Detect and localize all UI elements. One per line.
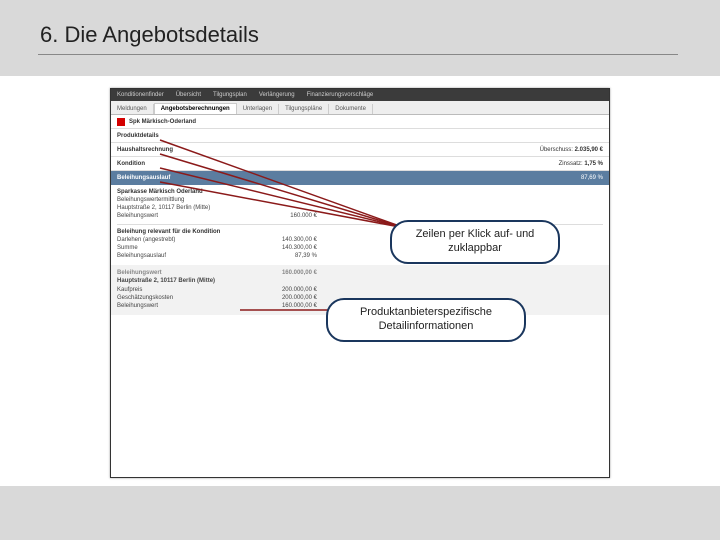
row-label: Haushaltsrechnung	[117, 147, 173, 153]
tab-tilgungsplaene[interactable]: Tilgungspläne	[279, 104, 329, 114]
row-haushaltsrechnung[interactable]: Haushaltsrechnung Überschuss: 2.035,90 €	[111, 143, 609, 157]
callout-text: Produktanbieterspezifische	[342, 306, 510, 320]
bwe-address: Hauptstraße 2, 10117 Berlin (Mitte)	[117, 205, 247, 213]
callout-text: Detailinformationen	[342, 320, 510, 334]
callout-text: Zeilen per Klick auf- und	[406, 228, 544, 242]
bwe-label: Beleihungswert	[117, 213, 247, 221]
provider-row: Spk Märkisch-Oderland	[111, 115, 609, 129]
cell: 140.300,00 €	[247, 237, 317, 245]
menu-item[interactable]: Übersicht	[176, 92, 201, 98]
sparkasse-logo-icon	[117, 118, 125, 126]
app-window: Konditionenfinder Übersicht Tilgungsplan…	[110, 88, 610, 478]
row-kondition[interactable]: Kondition Zinssatz: 1,75 %	[111, 157, 609, 171]
row-value: Überschuss: 2.035,90 €	[540, 147, 603, 153]
tab-dokumente[interactable]: Dokumente	[329, 104, 373, 114]
callout-rows-collapsible: Zeilen per Klick auf- und zuklappbar	[390, 220, 560, 264]
row-value: 87,69 %	[581, 175, 603, 181]
cell: 200.000,00 €	[247, 286, 317, 294]
tab-meldungen[interactable]: Meldungen	[111, 104, 154, 114]
slide-title: 6. Die Angebotsdetails	[40, 22, 259, 48]
cell: Darlehen (angestrebt)	[117, 237, 247, 245]
callout-provider-details: Produktanbieterspezifische Detailinforma…	[326, 298, 526, 342]
cell: Hauptstraße 2, 10117 Berlin (Mitte)	[117, 277, 247, 285]
bwe-bank: Sparkasse Märkisch Oderland	[117, 189, 603, 195]
cell: 87,39 %	[247, 253, 317, 261]
app-top-menu: Konditionenfinder Übersicht Tilgungsplan…	[111, 89, 609, 101]
bwe-sub: Beleihungswertermittlung	[117, 197, 247, 205]
cell: 140.300,00 €	[247, 245, 317, 253]
menu-item[interactable]: Verlängerung	[259, 92, 295, 98]
tab-angebotsberechnungen[interactable]: Angebotsberechnungen	[154, 103, 237, 114]
row-label: Beleihungsauslauf	[117, 175, 170, 181]
cell: 160.000,00 €	[247, 269, 317, 277]
cell: Kaufpreis	[117, 286, 247, 294]
menu-item[interactable]: Finanzierungsvorschläge	[307, 92, 374, 98]
cell: Summe	[117, 245, 247, 253]
row-value: Zinssatz: 1,75 %	[559, 161, 603, 167]
bwe-value: 160.000 €	[247, 213, 317, 221]
tab-bar: Meldungen Angebotsberechnungen Unterlage…	[111, 101, 609, 115]
provider-name: Spk Märkisch-Oderland	[129, 119, 196, 125]
tab-unterlagen[interactable]: Unterlagen	[237, 104, 279, 114]
cell: 200.000,00 €	[247, 294, 317, 302]
cell: 160.000,00 €	[247, 302, 317, 310]
row-beleihungsauslauf[interactable]: Beleihungsauslauf 87,69 %	[111, 171, 609, 185]
cell: Beleihungswert	[117, 302, 247, 310]
callout-text: zuklappbar	[406, 242, 544, 256]
row-label: Kondition	[117, 161, 145, 167]
menu-item[interactable]: Tilgungsplan	[213, 92, 247, 98]
row-produktdetails[interactable]: Produktdetails	[111, 129, 609, 143]
cell: Geschätzungskosten	[117, 294, 247, 302]
cell: Beleihungsauslauf	[117, 253, 247, 261]
title-rule	[38, 54, 678, 55]
cell: Beleihungswert	[117, 269, 247, 277]
menu-item[interactable]: Konditionenfinder	[117, 92, 164, 98]
row-label: Produktdetails	[117, 133, 159, 139]
